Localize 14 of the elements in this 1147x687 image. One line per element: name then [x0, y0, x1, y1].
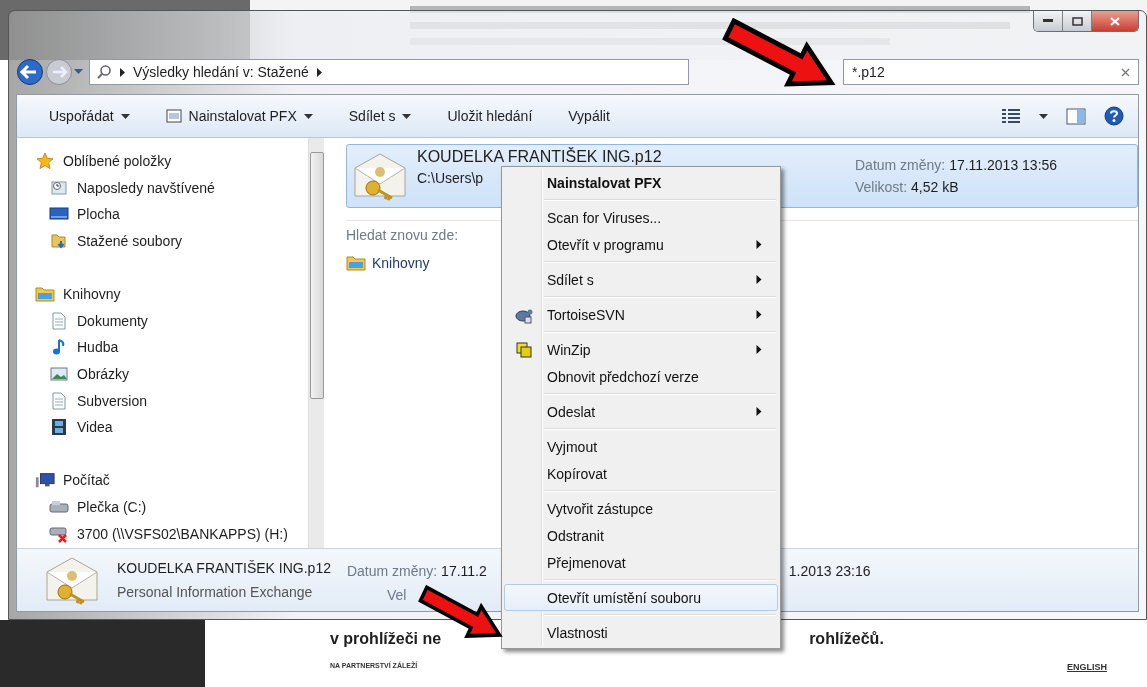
file-type: Personal Information Exchange [117, 584, 314, 600]
file-name: KOUDELKA FRANTIŠEK ING.p12 [417, 148, 662, 166]
date-value: 1.2013 23:16 [788, 563, 871, 579]
file-name: KOUDELKA FRANTIŠEK ING.p12 [117, 560, 331, 576]
size-value: 4,52 kB [911, 179, 959, 195]
date-value: 17.11.2013 13:56 [949, 157, 1058, 173]
file-path: C:\Users\p [417, 170, 484, 186]
size-label: Velikost: [855, 179, 908, 195]
size-label: Vel [386, 587, 407, 603]
date-label: Datum změny: [346, 563, 438, 579]
page-text: v prohlížeči ne [330, 630, 442, 648]
date-label: Datum změny: [855, 157, 946, 173]
page-text: rohlížečů. [809, 630, 884, 648]
date-value: 17.11.2 [441, 563, 487, 579]
